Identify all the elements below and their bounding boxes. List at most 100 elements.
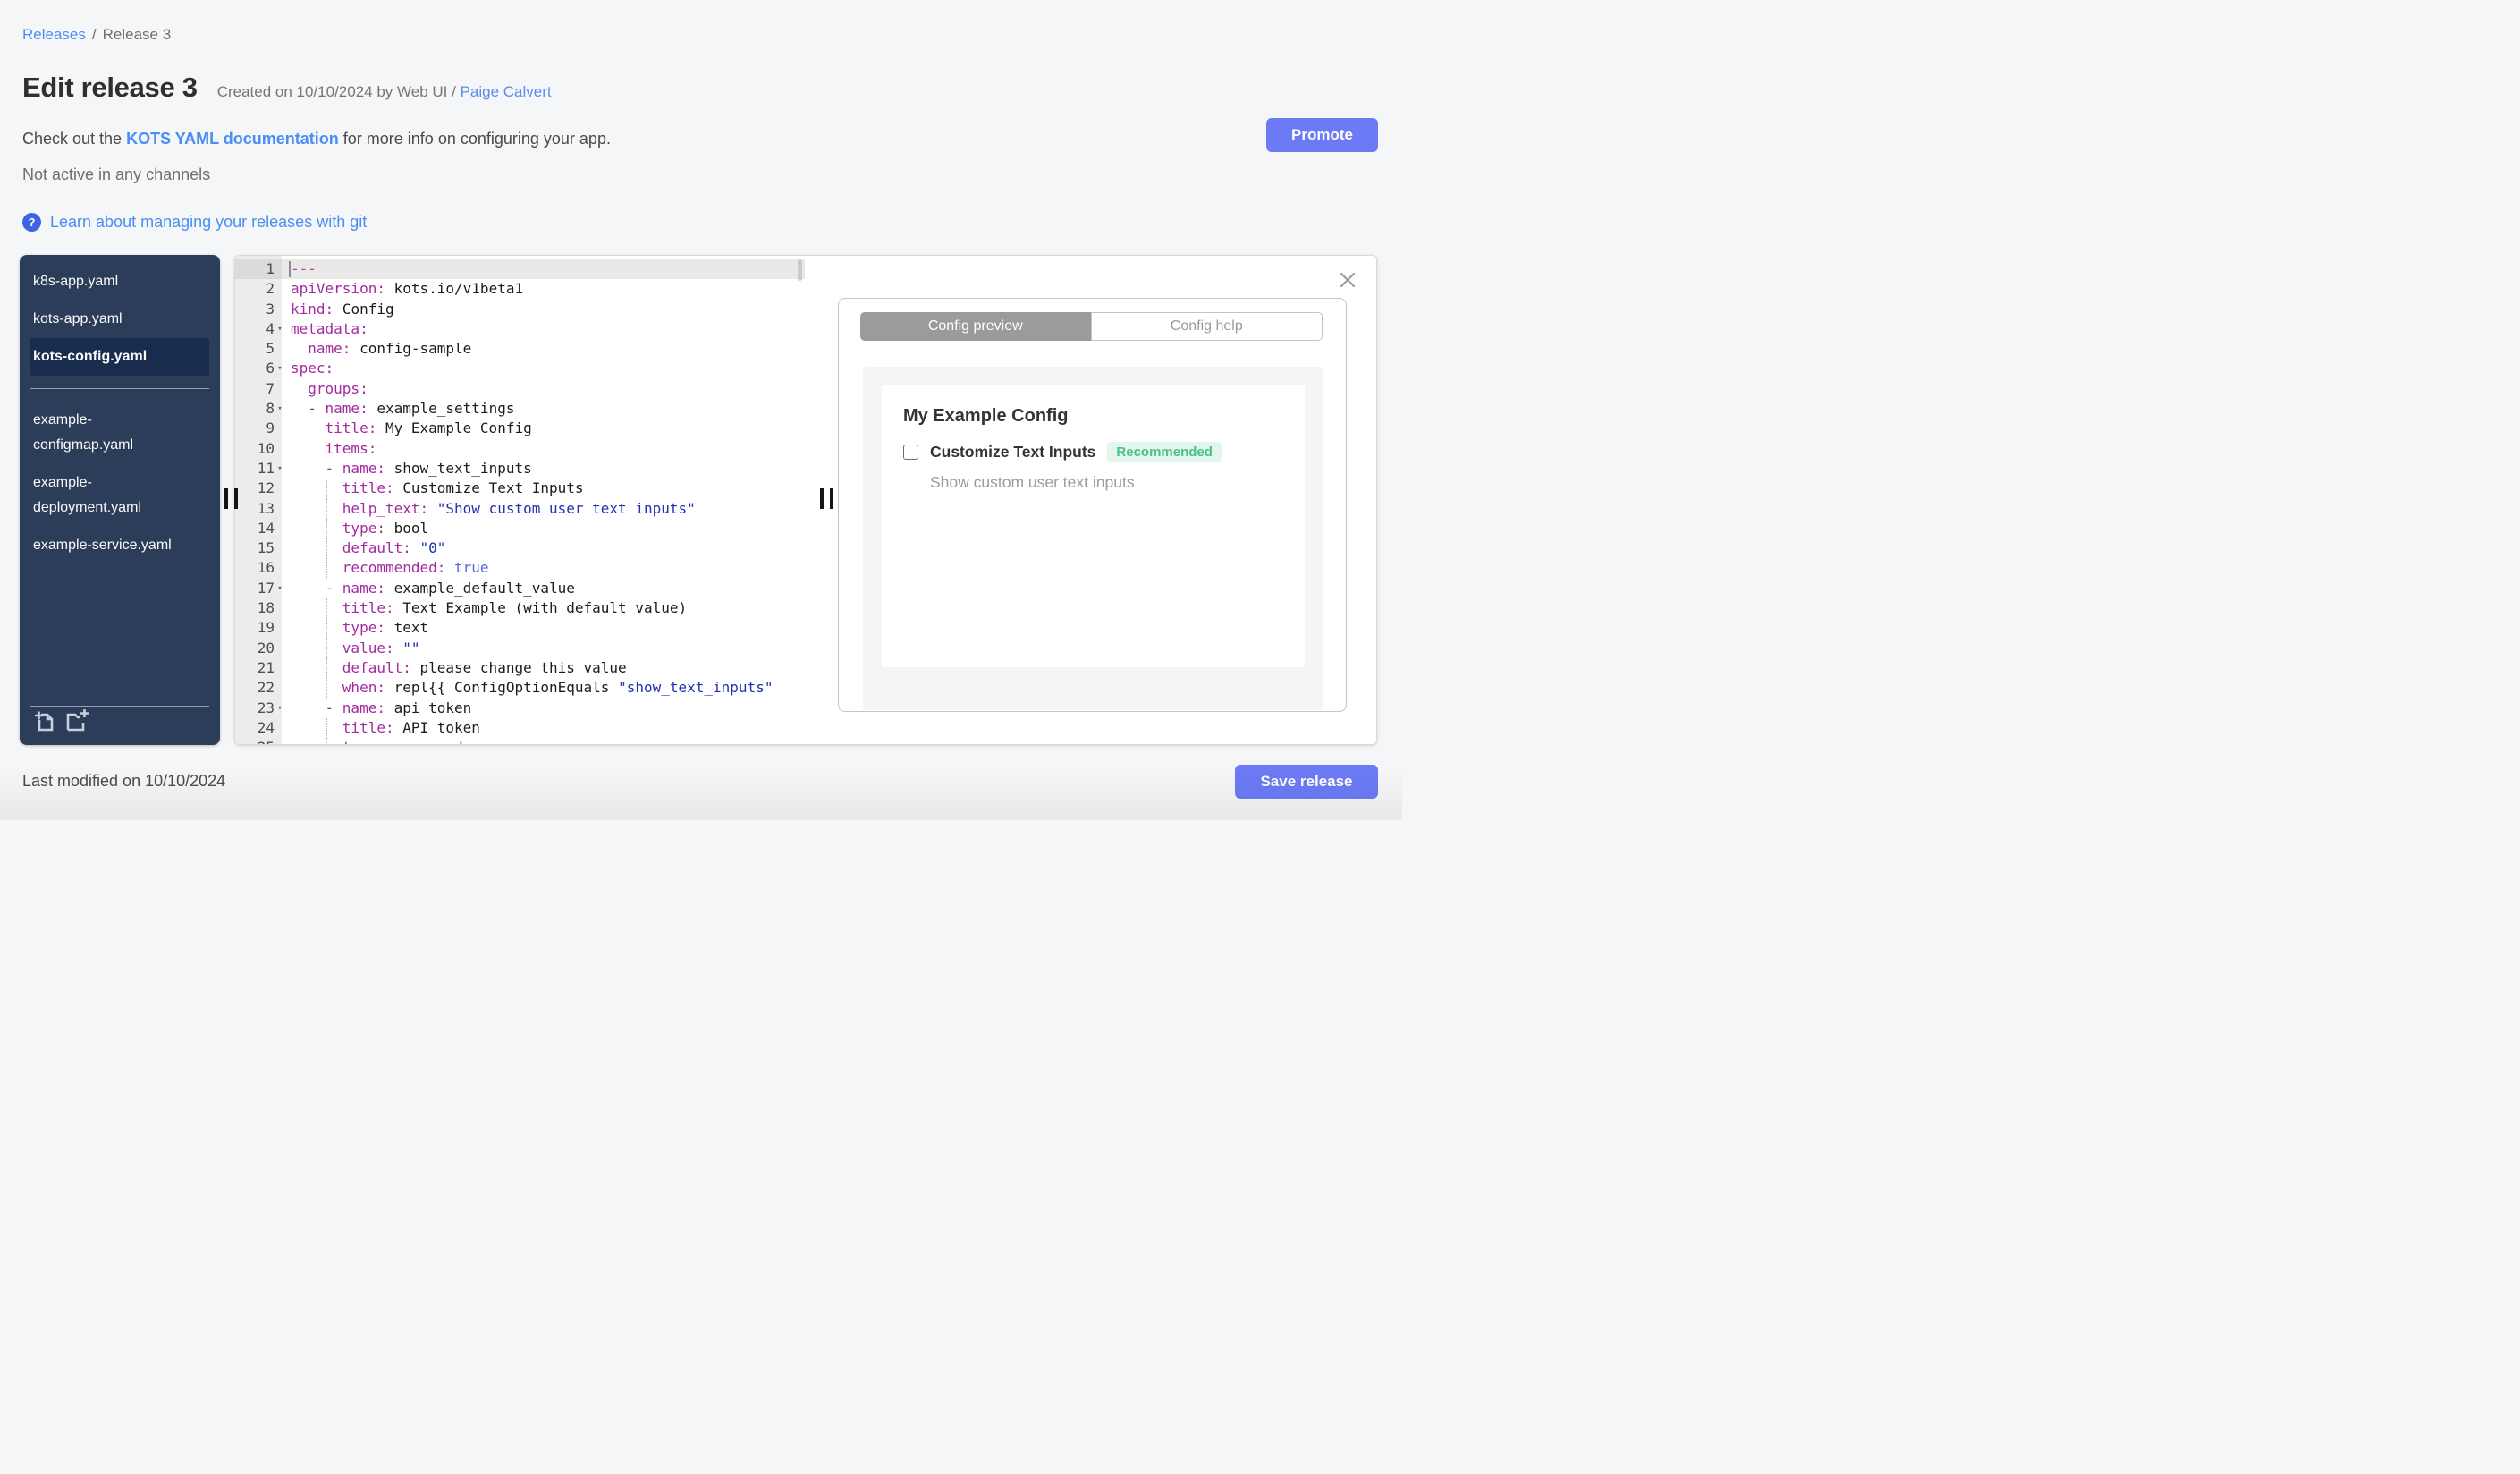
preview-resize-handle[interactable]	[820, 488, 833, 509]
git-help-link[interactable]: Learn about managing your releases with …	[50, 213, 367, 232]
new-folder-icon[interactable]	[65, 707, 92, 737]
file-item-kots-app.yaml[interactable]: kots-app.yaml	[30, 301, 209, 338]
line-number: 17	[257, 579, 275, 597]
code-text: groups:	[308, 379, 368, 397]
line-number: 11	[257, 459, 275, 477]
created-author-link[interactable]: Paige Calvert	[461, 83, 552, 100]
line-number: 9	[266, 419, 275, 437]
code-line-13: 13 help_text: "Show custom user text inp…	[235, 498, 805, 520]
git-help-row: ? Learn about managing your releases wit…	[22, 213, 367, 232]
code-line-20: 20 value: ""	[235, 638, 805, 659]
tab-config-preview[interactable]: Config preview	[860, 312, 1091, 341]
file-item-example-deployment.yaml[interactable]: example-deployment.yaml	[30, 464, 209, 527]
question-mark-icon[interactable]: ?	[22, 213, 41, 232]
file-item-kots-config.yaml[interactable]: kots-config.yaml	[30, 338, 209, 376]
code-text: when: repl{{ ConfigOptionEquals "show_te…	[275, 678, 773, 699]
line-number: 25	[235, 738, 275, 744]
file-tree-sidebar: k8s-app.yaml kots-app.yaml kots-config.yam…	[20, 255, 220, 745]
breadcrumb-current: Release 3	[102, 26, 172, 43]
line-number: 23	[257, 699, 275, 716]
tab-config-help[interactable]: Config help	[1090, 312, 1323, 341]
line-number: 20	[257, 639, 275, 657]
new-file-icon[interactable]	[33, 707, 56, 737]
preview-tab-bar: Config preview Config help	[860, 312, 1323, 341]
editor-scrollbar[interactable]	[798, 259, 802, 281]
config-group-card: My Example Config Customize Text Inputs …	[882, 385, 1305, 667]
line-number: 21	[257, 658, 275, 676]
code-lines: 1 --- 2 apiVersion: kots.io/v1beta1 3 kind: C…	[235, 259, 805, 744]
code-text: type: password	[275, 738, 463, 744]
line-number: 22	[257, 679, 275, 697]
code-text: - name: example_settings	[308, 400, 515, 418]
created-info: Created on 10/10/2024 by Web UI / Paige …	[217, 83, 552, 101]
sidebar-resize-handle[interactable]	[224, 488, 238, 509]
code-line-12: 12 title: Customize Text Inputs	[235, 479, 805, 499]
promote-button[interactable]: Promote	[1266, 118, 1378, 152]
file-actions-divider	[30, 706, 209, 707]
code-text: ---	[275, 259, 317, 279]
line-number: 8	[266, 400, 275, 418]
code-line-1: 1 ---	[235, 259, 805, 280]
line-number: 18	[257, 599, 275, 617]
code-text: kind: Config	[291, 300, 394, 318]
editor-strip: 1 --- 2 apiVersion: kots.io/v1beta1 3 kind: C…	[234, 255, 1377, 745]
code-line-9: 9 title: My Example Config	[235, 419, 805, 438]
code-text: metadata:	[291, 319, 368, 337]
code-line-16: 16 recommended: true	[235, 558, 805, 580]
breadcrumb-releases-link[interactable]: Releases	[22, 26, 86, 43]
code-line-7: 7 groups:	[235, 379, 805, 399]
code-line-8: 8 ▾ - name: example_settings	[235, 399, 805, 419]
code-line-25: 25 type: password	[235, 738, 805, 744]
last-modified-text: Last modified on 10/10/2024	[22, 772, 226, 790]
file-item-k8s-app.yaml[interactable]: k8s-app.yaml	[30, 263, 209, 301]
code-text: default: "0"	[275, 538, 445, 559]
line-number: 16	[257, 559, 275, 577]
line-number: 3	[266, 300, 275, 318]
line-number: 14	[257, 519, 275, 537]
code-line-22: 22 when: repl{{ ConfigOptionEquals "show…	[235, 678, 805, 699]
code-line-24: 24 title: API token	[235, 717, 805, 739]
breadcrumb-separator: /	[91, 26, 97, 43]
code-editor[interactable]: 1 --- 2 apiVersion: kots.io/v1beta1 3 kind: C…	[235, 256, 805, 744]
code-text: recommended: true	[275, 558, 489, 580]
docs-info-before: Check out the	[22, 130, 127, 148]
line-number: 5	[266, 340, 275, 358]
line-number: 12	[257, 479, 275, 497]
close-icon[interactable]	[1339, 271, 1357, 289]
docs-info-after: for more info on configuring your app.	[338, 130, 611, 148]
code-text: - name: show_text_inputs	[325, 459, 532, 477]
config-group-title: My Example Config	[903, 406, 1069, 426]
code-line-2: 2 apiVersion: kots.io/v1beta1	[235, 279, 805, 299]
docs-info-line: Check out the KOTS YAML documentation fo…	[22, 130, 611, 148]
line-number: 19	[257, 619, 275, 637]
line-number: 24	[257, 718, 275, 736]
file-item-example-configmap.yaml[interactable]: example-configmap.yaml	[30, 402, 209, 464]
code-line-17: 17 ▾ - name: example_default_value	[235, 579, 805, 598]
code-line-6: 6 ▾ spec:	[235, 359, 805, 378]
code-line-14: 14 type: bool	[235, 518, 805, 539]
code-text: - name: api_token	[325, 699, 472, 716]
customize-text-inputs-checkbox[interactable]	[903, 445, 918, 460]
config-preview-pane: Config preview Config help My Example Con…	[805, 256, 1376, 744]
code-line-5: 5 name: config-sample	[235, 339, 805, 359]
code-text: apiVersion: kots.io/v1beta1	[291, 280, 524, 298]
code-text: - name: example_default_value	[325, 579, 575, 597]
line-number: 7	[266, 379, 275, 397]
line-number: 1	[266, 260, 275, 277]
save-release-button[interactable]: Save release	[1235, 765, 1378, 799]
page-header: Edit release 3 Created on 10/10/2024 by …	[22, 72, 552, 104]
code-text: spec:	[291, 360, 334, 377]
file-item-example-service.yaml[interactable]: example-service.yaml	[30, 527, 209, 564]
code-text: type: text	[275, 618, 428, 639]
code-text: name: config-sample	[308, 340, 472, 358]
code-line-18: 18 title: Text Example (with default val…	[235, 598, 805, 619]
line-number: 2	[266, 280, 275, 298]
config-preview-card: Config preview Config help My Example Con…	[838, 298, 1347, 712]
kots-yaml-docs-link[interactable]: KOTS YAML documentation	[126, 130, 339, 148]
code-text: title: My Example Config	[325, 419, 532, 437]
code-text: title: Customize Text Inputs	[275, 479, 584, 499]
config-item-help-text: Show custom user text inputs	[930, 473, 1135, 491]
code-line-21: 21 default: please change this value	[235, 657, 805, 679]
line-number: 13	[257, 499, 275, 517]
line-number: 4	[266, 319, 275, 337]
